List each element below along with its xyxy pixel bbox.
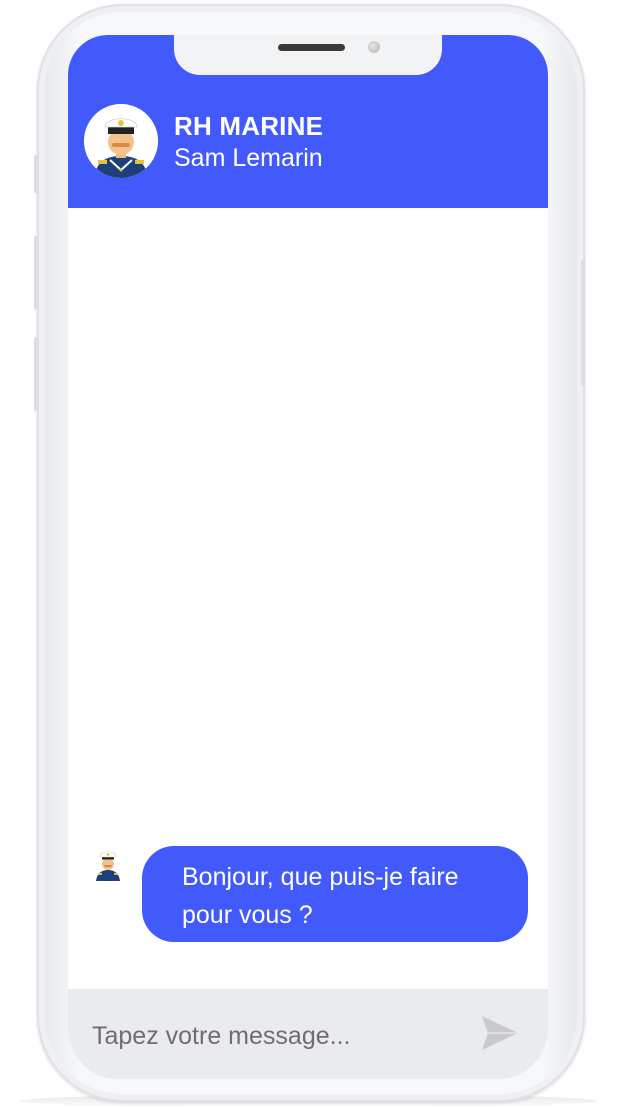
sailor-captain-avatar-icon: [84, 104, 158, 178]
phone-power-button: [581, 260, 585, 386]
send-icon[interactable]: [480, 1014, 520, 1052]
chat-title: RH MARINE: [174, 111, 324, 141]
phone-notch: [174, 35, 442, 75]
front-camera: [368, 41, 380, 53]
phone-volume-down-button: [34, 337, 38, 411]
message-input[interactable]: [92, 1019, 452, 1053]
earpiece-speaker: [278, 44, 345, 51]
chat-subtitle: Sam Lemarin: [174, 144, 323, 172]
sailor-captain-avatar-icon: [94, 847, 122, 881]
phone-mute-switch: [34, 155, 38, 193]
bot-message-bubble: Bonjour, que puis-je faire pour vous ?: [142, 846, 528, 942]
phone-screen: RH MARINE Sam Lemarin Bonjour, que puis-…: [68, 35, 548, 1079]
phone-volume-up-button: [34, 236, 38, 310]
message-composer: [68, 989, 548, 1079]
